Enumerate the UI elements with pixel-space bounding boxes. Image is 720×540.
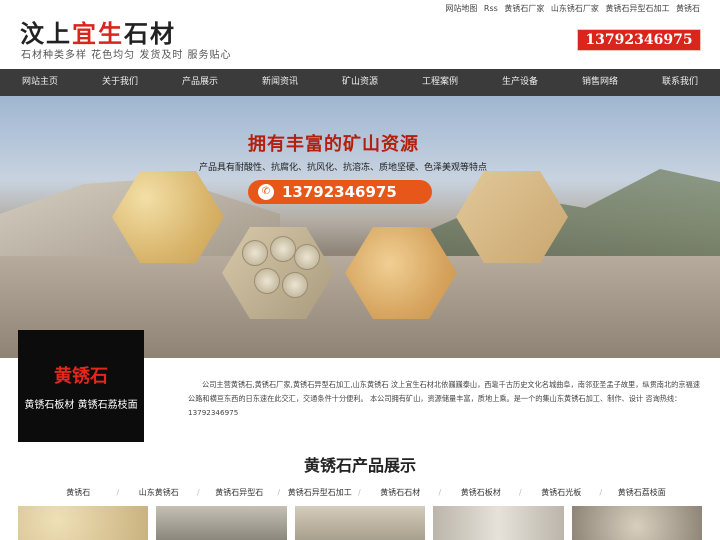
- banner-phone-button[interactable]: ✆ 13792346975: [248, 180, 432, 204]
- tab-product-4[interactable]: 黄锈石异型石加工: [278, 485, 361, 501]
- top-link-2[interactable]: 山东锈石厂家: [551, 4, 599, 13]
- nav-products[interactable]: 产品展示: [160, 69, 240, 96]
- tab-product-6[interactable]: 黄锈石板材: [439, 485, 522, 501]
- banner-title: 拥有丰富的矿山资源: [248, 134, 419, 155]
- tab-product-1[interactable]: 黄锈石: [38, 485, 119, 501]
- product-thumbnail[interactable]: [433, 506, 564, 540]
- header-phone: 13792346975: [577, 29, 701, 51]
- product-thumbnail[interactable]: [18, 506, 149, 540]
- nav-equipment[interactable]: 生产设备: [480, 69, 560, 96]
- pillar-shape: [270, 236, 296, 262]
- product-tabs: 黄锈石 山东黄锈石 黄锈石异型石 黄锈石异型石加工 黄锈石石材 黄锈石板材 黄锈…: [0, 485, 720, 501]
- site-logo[interactable]: 汶上宜生石材: [20, 14, 176, 49]
- pillar-shape: [242, 240, 268, 266]
- top-link-3[interactable]: 黄锈石异型石加工: [605, 4, 669, 13]
- banner-subtitle: 产品具有耐酸性、抗腐化、抗风化、抗溶冻、质地坚硬、色泽美观等特点: [199, 163, 488, 173]
- top-links: 网站地图 Rss 黄锈石厂家 山东锈石厂家 黄锈石异型石加工 黄锈石: [441, 3, 700, 14]
- logo-text-2: 宜生: [72, 19, 124, 48]
- tab-product-7[interactable]: 黄锈石光板: [519, 485, 602, 501]
- phone-icon: ✆: [258, 184, 274, 200]
- pillar-shape: [294, 244, 320, 270]
- tab-product-8[interactable]: 黄锈石荔枝面: [600, 485, 683, 501]
- site-header: 汶上宜生石材 石材种类多样 花色均匀 发货及时 服务贴心 网站地图 Rss 黄锈…: [0, 0, 720, 69]
- banner-phone-number: 13792346975: [282, 183, 397, 201]
- nav-mines[interactable]: 矿山资源: [320, 69, 400, 96]
- nav-about[interactable]: 关于我们: [80, 69, 160, 96]
- tab-product-3[interactable]: 黄锈石异型石: [197, 485, 280, 501]
- main-nav: 网站主页 关于我们 产品展示 新闻资讯 矿山资源 工程案例 生产设备 销售网络 …: [0, 69, 720, 96]
- nav-sales[interactable]: 销售网络: [560, 69, 640, 96]
- page-root: 汶上宜生石材 石材种类多样 花色均匀 发货及时 服务贴心 网站地图 Rss 黄锈…: [0, 0, 720, 540]
- company-intro-text: 公司主营黄锈石,黄锈石厂家,黄锈石异型石加工,山东黄锈石 汶上宜生石材北依巍巍泰…: [188, 380, 700, 417]
- intro-image-title: 黄锈石: [54, 366, 108, 387]
- top-link-rss[interactable]: Rss: [484, 4, 498, 13]
- product-gallery: [18, 506, 703, 540]
- product-thumbnail[interactable]: [294, 506, 426, 540]
- tab-product-2[interactable]: 山东黄锈石: [117, 485, 200, 501]
- pillar-shape: [282, 272, 308, 298]
- intro-image[interactable]: 黄锈石 黄锈石板材 黄锈石荔枝面: [18, 330, 144, 442]
- logo-text-3: 石材: [124, 19, 176, 48]
- top-link-sitemap[interactable]: 网站地图: [445, 4, 477, 13]
- site-tagline: 石材种类多样 花色均匀 发货及时 服务贴心: [21, 50, 232, 61]
- nav-cases[interactable]: 工程案例: [400, 69, 480, 96]
- banner-stone-pillars: [232, 234, 326, 312]
- nav-news[interactable]: 新闻资讯: [240, 69, 320, 96]
- intro-image-subtitle: 黄锈石板材 黄锈石荔枝面: [24, 400, 138, 411]
- hero-banner[interactable]: 拥有丰富的矿山资源 产品具有耐酸性、抗腐化、抗风化、抗溶冻、质地坚硬、色泽美观等…: [0, 96, 720, 358]
- nav-contact[interactable]: 联系我们: [640, 69, 720, 96]
- product-thumbnail[interactable]: [571, 506, 703, 540]
- product-thumbnail[interactable]: [156, 506, 287, 540]
- pillar-shape: [254, 268, 280, 294]
- logo-text-1: 汶上: [20, 19, 72, 48]
- tab-product-5[interactable]: 黄锈石石材: [358, 485, 441, 501]
- products-section-title: 黄锈石产品展示: [303, 456, 416, 475]
- top-link-4[interactable]: 黄锈石: [676, 4, 700, 13]
- top-link-1[interactable]: 黄锈石厂家: [504, 4, 544, 13]
- nav-home[interactable]: 网站主页: [0, 69, 80, 96]
